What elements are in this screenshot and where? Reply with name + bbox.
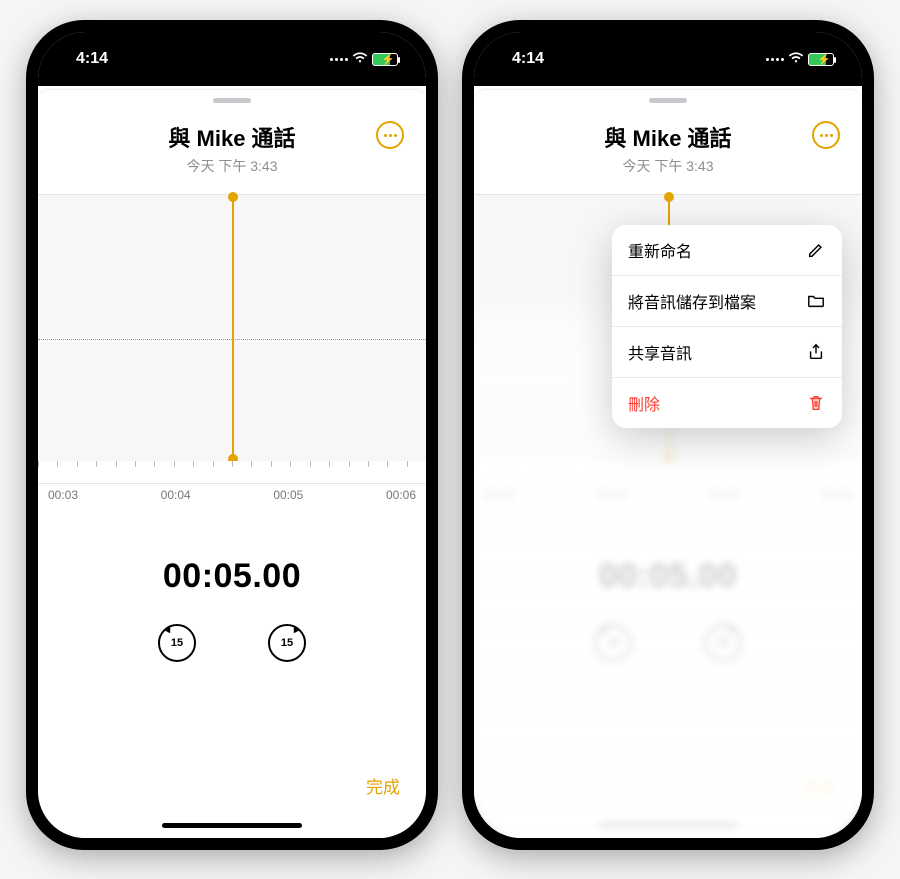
cellular-icon (766, 58, 784, 61)
menu-label: 重新命名 (628, 238, 692, 262)
skip-forward-button[interactable]: 15 ▸ (268, 624, 306, 662)
scrubber-label: 00:03 (48, 488, 78, 502)
time-ruler (38, 461, 426, 483)
wifi-icon (352, 51, 368, 67)
ellipsis-icon (384, 134, 397, 137)
menu-item-rename[interactable]: 重新命名 (612, 225, 842, 276)
waveform-scrubber[interactable] (38, 194, 426, 484)
recording-title: 與 Mike 通話 (604, 121, 731, 153)
context-menu-overlay[interactable]: 重新命名 將音訊儲存到檔案 共享音訊 (474, 225, 862, 838)
arrow-ccw-icon: ▸ (164, 622, 170, 636)
phone-right: 4:14 ⚡ 與 Mike 通話 今天 下午 3:43 (462, 20, 874, 850)
status-right: ⚡ (330, 51, 398, 67)
cellular-icon (330, 58, 348, 61)
skip-back-button[interactable]: 15 ▸ (158, 624, 196, 662)
wifi-icon (788, 51, 804, 67)
phone-left: 4:14 ⚡ 與 Mike 通話 今天 下午 3:43 (26, 20, 438, 850)
scrubber-label: 00:04 (161, 488, 191, 502)
pencil-icon (806, 240, 826, 260)
battery-icon: ⚡ (372, 53, 398, 66)
home-indicator[interactable] (162, 823, 302, 828)
battery-icon: ⚡ (808, 53, 834, 66)
status-time: 4:14 (512, 50, 544, 68)
menu-item-share[interactable]: 共享音訊 (612, 327, 842, 378)
recording-subtitle: 今天 下午 3:43 (604, 156, 731, 176)
screen-menu-open: 4:14 ⚡ 與 Mike 通話 今天 下午 3:43 (474, 32, 862, 838)
skip-seconds-label: 15 (281, 637, 293, 649)
dynamic-island (611, 44, 726, 78)
sheet-grabber[interactable] (213, 98, 251, 103)
skip-seconds-label: 15 (171, 637, 183, 649)
share-icon (806, 342, 826, 362)
trash-icon (806, 393, 826, 413)
dynamic-island (175, 44, 290, 78)
menu-item-delete[interactable]: 刪除 (612, 378, 842, 428)
status-right: ⚡ (766, 51, 834, 67)
menu-item-save-to-files[interactable]: 將音訊儲存到檔案 (612, 276, 842, 327)
menu-label: 共享音訊 (628, 340, 692, 364)
more-button[interactable] (812, 121, 840, 149)
folder-icon (806, 291, 826, 311)
scrubber-label: 00:05 (273, 488, 303, 502)
done-button[interactable]: 完成 (366, 773, 400, 798)
ellipsis-icon (820, 134, 833, 137)
screen: 4:14 ⚡ 與 Mike 通話 今天 下午 3:43 (38, 32, 426, 838)
scrubber-labels: 00:03 00:04 00:05 00:06 (38, 484, 426, 502)
playhead-icon (232, 195, 234, 461)
playback-sheet: 與 Mike 通話 今天 下午 3:43 00: (474, 90, 862, 838)
recording-subtitle: 今天 下午 3:43 (168, 156, 295, 176)
scrubber-label: 00:06 (386, 488, 416, 502)
elapsed-time: 00:05.00 (38, 557, 426, 596)
sheet-grabber[interactable] (649, 98, 687, 103)
playback-controls: 15 ▸ 15 ▸ (38, 624, 426, 662)
arrow-cw-icon: ▸ (294, 622, 300, 636)
more-button[interactable] (376, 121, 404, 149)
context-menu: 重新命名 將音訊儲存到檔案 共享音訊 (612, 225, 842, 428)
menu-label: 將音訊儲存到檔案 (628, 289, 756, 313)
recording-title: 與 Mike 通話 (168, 121, 295, 153)
menu-label: 刪除 (628, 391, 660, 415)
playback-sheet: 與 Mike 通話 今天 下午 3:43 00: (38, 90, 426, 838)
status-time: 4:14 (76, 50, 108, 68)
